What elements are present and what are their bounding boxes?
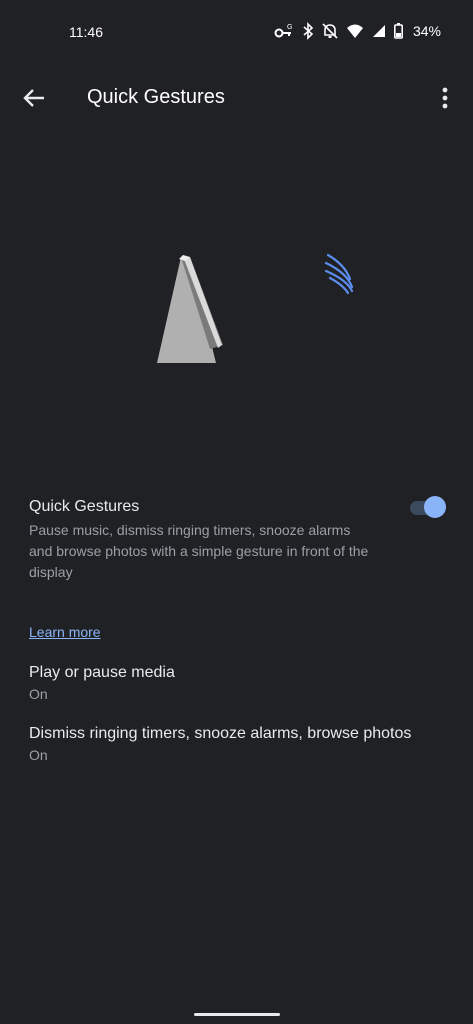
quick-gestures-toggle[interactable]	[407, 494, 449, 520]
item-label: Dismiss ringing timers, snooze alarms, b…	[29, 725, 412, 742]
battery-icon	[393, 23, 403, 39]
back-arrow-icon[interactable]	[20, 84, 48, 112]
gesture-nav-handle[interactable]	[194, 1013, 280, 1016]
setting-description: Pause music, dismiss ringing timers, sno…	[29, 522, 369, 580]
vpn-key-icon: G	[274, 24, 292, 38]
more-vert-icon[interactable]	[437, 84, 453, 112]
wifi-icon	[346, 24, 363, 38]
setting-label: Quick Gestures	[29, 498, 140, 515]
page-title: Quick Gestures	[87, 86, 225, 108]
dismiss-timers-item[interactable]: Dismiss ringing timers, snooze alarms, b…	[29, 725, 449, 763]
device-stand-illustration	[157, 255, 223, 363]
learn-more-link[interactable]: Learn more	[29, 624, 101, 640]
svg-text:G: G	[287, 24, 292, 31]
play-pause-media-item[interactable]: Play or pause media On	[29, 664, 449, 702]
notifications-off-icon	[322, 23, 338, 39]
hand-wave-icon	[324, 253, 354, 295]
bluetooth-icon	[303, 22, 314, 40]
toggle-thumb	[424, 496, 446, 518]
gesture-illustration	[157, 253, 354, 363]
battery-percentage: 34%	[412, 23, 441, 39]
app-bar: Quick Gestures	[0, 70, 473, 126]
status-bar: 11:46 G 34%	[0, 0, 473, 64]
item-label: Play or pause media	[29, 664, 175, 681]
item-value: On	[29, 747, 48, 763]
cellular-icon	[372, 25, 385, 37]
quick-gestures-setting[interactable]: Quick Gestures Pause music, dismiss ring…	[29, 496, 449, 583]
item-value: On	[29, 686, 48, 702]
status-icons: G 34%	[274, 22, 441, 40]
status-time: 11:46	[69, 24, 103, 40]
